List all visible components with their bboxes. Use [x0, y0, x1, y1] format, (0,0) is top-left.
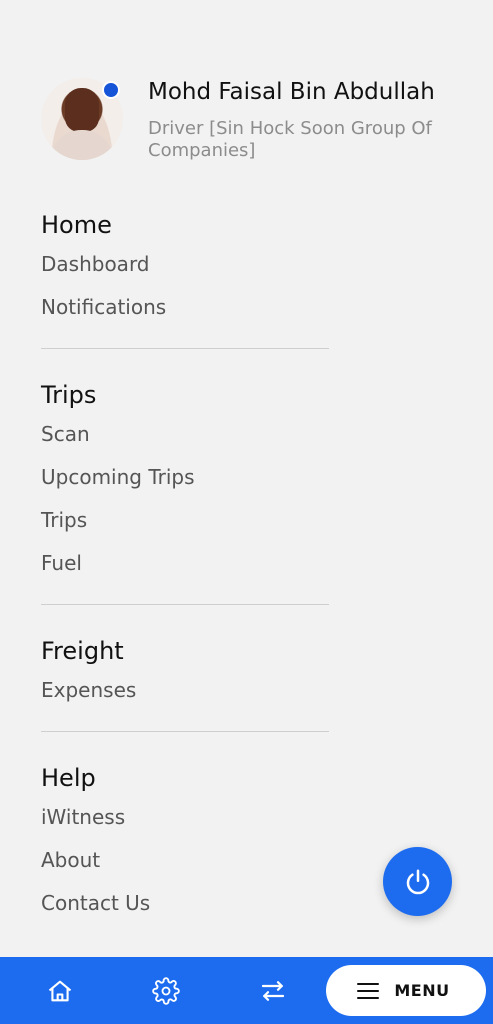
menu-item-iwitness[interactable]: iWitness	[41, 796, 329, 839]
section-title-help: Help	[41, 764, 96, 792]
menu-section-freight: Freight Expenses	[41, 633, 329, 712]
profile-name: Mohd Faisal Bin Abdullah	[148, 79, 435, 105]
menu-item-notifications[interactable]: Notifications	[41, 286, 329, 329]
menu-item-scan[interactable]: Scan	[41, 413, 329, 456]
power-button[interactable]	[383, 847, 452, 916]
menu-item-about[interactable]: About	[41, 839, 329, 882]
power-icon	[406, 869, 429, 894]
menu-section-trips: Trips Scan Upcoming Trips Trips Fuel	[41, 377, 329, 585]
section-title-trips: Trips	[41, 381, 97, 409]
home-icon	[48, 980, 72, 1002]
gear-icon	[152, 977, 180, 1005]
menu-item-upcoming-trips[interactable]: Upcoming Trips	[41, 456, 329, 499]
avatar-face	[65, 88, 99, 132]
online-status-dot	[102, 81, 120, 99]
menu-item-contact-us[interactable]: Contact Us	[41, 882, 329, 925]
menu-button-label: MENU	[394, 981, 450, 1000]
divider	[41, 604, 329, 605]
menu-item-dashboard[interactable]: Dashboard	[41, 243, 329, 286]
hamburger-icon	[357, 982, 380, 999]
divider	[41, 731, 329, 732]
profile-card: Mohd Faisal Bin Abdullah Driver [Sin Hoc…	[41, 78, 461, 168]
section-title-freight: Freight	[41, 637, 124, 665]
menu-section-help: Help iWitness About Contact Us	[41, 760, 329, 925]
tab-transfer[interactable]	[257, 975, 289, 1007]
profile-role: Driver [Sin Hock Soon Group Of Companies…	[148, 118, 432, 161]
avatar-shirt	[51, 130, 113, 160]
menu-button[interactable]: MENU	[326, 965, 486, 1016]
transfer-icon	[261, 981, 285, 1001]
menu-section-home: Home Dashboard Notifications	[41, 207, 329, 329]
section-title-home: Home	[41, 211, 112, 239]
menu-item-trips[interactable]: Trips	[41, 499, 329, 542]
tab-settings[interactable]	[150, 975, 182, 1007]
bottom-navigation: MENU	[0, 957, 493, 1024]
side-menu: Home Dashboard Notifications Trips Scan …	[41, 207, 329, 925]
menu-item-fuel[interactable]: Fuel	[41, 542, 329, 585]
tab-home[interactable]	[44, 975, 76, 1007]
menu-item-expenses[interactable]: Expenses	[41, 669, 329, 712]
divider	[41, 348, 329, 349]
